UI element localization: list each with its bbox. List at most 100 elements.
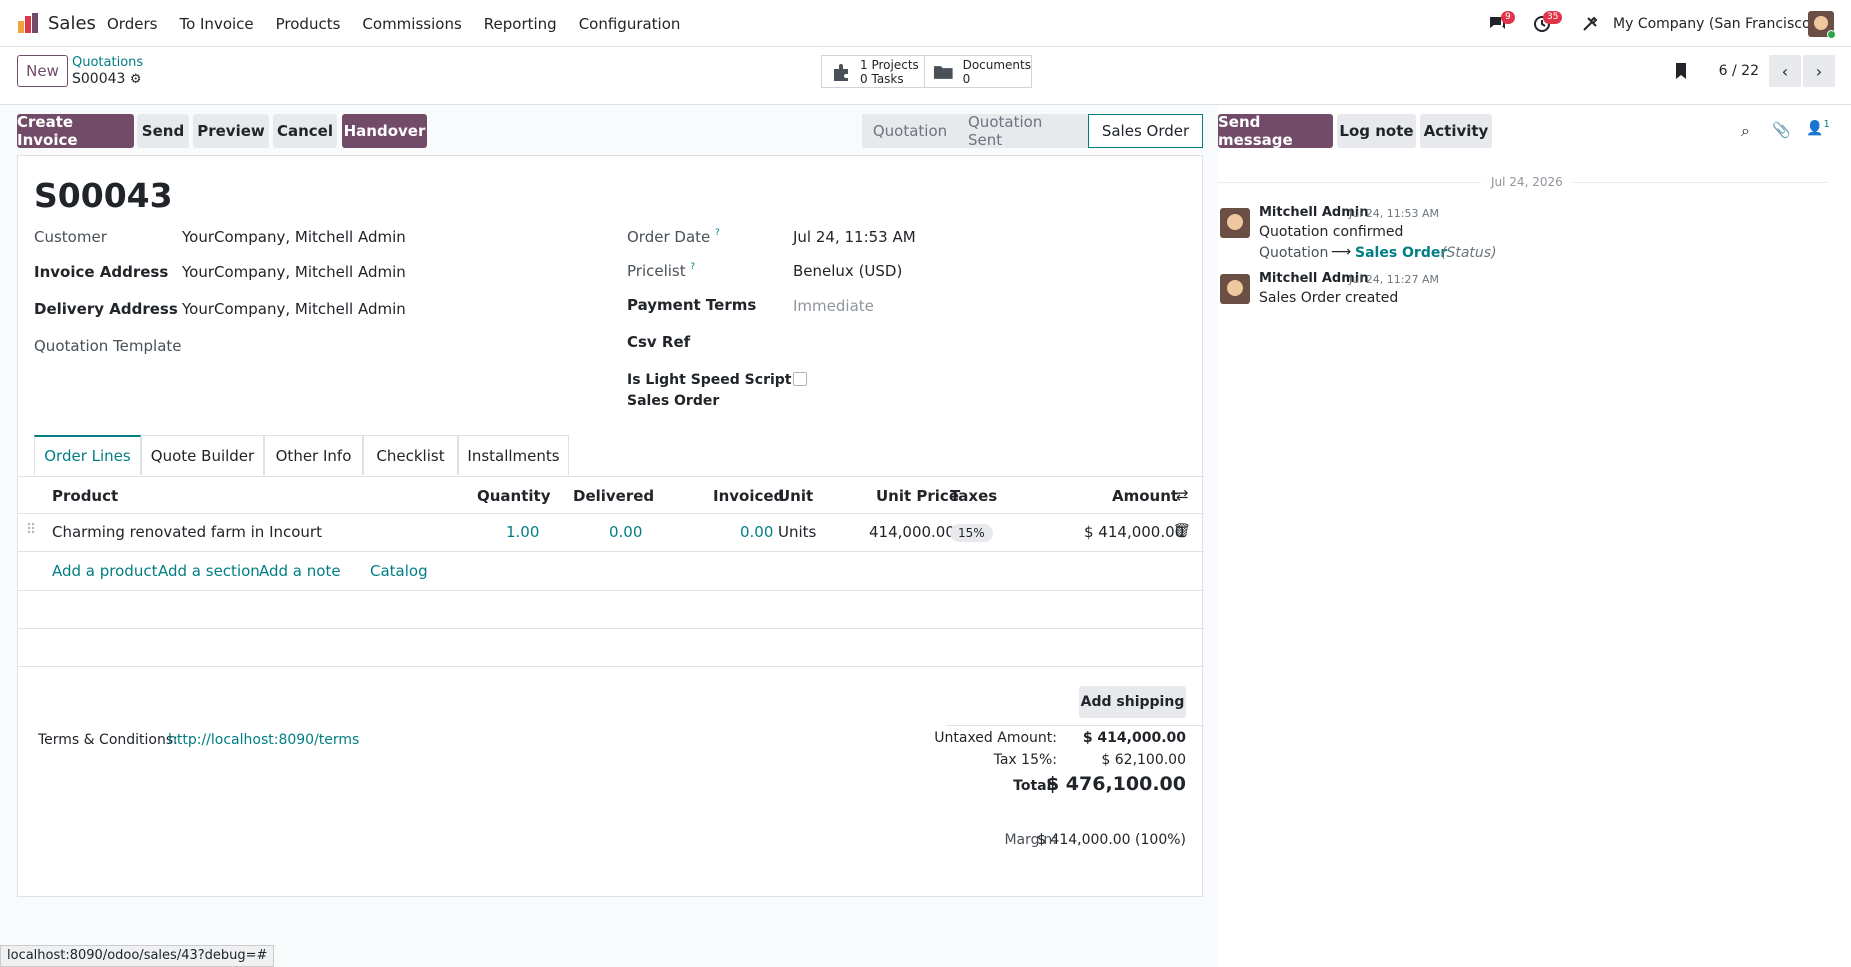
create-invoice-button[interactable]: Create Invoice: [17, 113, 134, 149]
quotation-template-field[interactable]: [182, 334, 482, 358]
messaging-menu[interactable]: 9: [1488, 0, 1515, 47]
control-panel: New Quotations S00043 ⚙ 1 Projects 0 Tas…: [0, 47, 1851, 105]
add-note-link[interactable]: Add a note: [259, 562, 341, 580]
app-name[interactable]: Sales: [48, 13, 96, 34]
line-delivered[interactable]: 0.00: [609, 523, 642, 541]
order-date-help-icon[interactable]: ?: [715, 228, 720, 238]
line-invoiced[interactable]: 0.00: [740, 523, 773, 541]
tab-order-lines[interactable]: Order Lines: [34, 435, 141, 475]
add-section-link[interactable]: Add a section: [158, 562, 260, 580]
col-unit[interactable]: Unit: [778, 487, 813, 505]
tab-quote-builder[interactable]: Quote Builder: [141, 435, 264, 475]
arrow-right-icon: ⟶: [1331, 244, 1352, 260]
breadcrumb-current-label: S00043: [72, 71, 126, 87]
followers-button[interactable]: 👤1: [1806, 119, 1830, 137]
line-quantity[interactable]: 1.00: [506, 523, 539, 541]
stage-quotation[interactable]: Quotation: [862, 114, 958, 148]
tab-other-info[interactable]: Other Info: [264, 435, 363, 475]
search-icon[interactable]: ⌕: [1741, 121, 1750, 141]
breadcrumb-quotations[interactable]: Quotations: [72, 55, 143, 70]
customer-label: Customer: [34, 228, 107, 246]
sales-app-icon[interactable]: [17, 12, 39, 34]
bookmark-icon[interactable]: [1673, 62, 1689, 80]
main-menu: Orders To Invoice Products Commissions R…: [107, 15, 702, 33]
tracking-new-value: Sales Order: [1355, 245, 1448, 261]
table-row[interactable]: ⠿ Charming renovated farm in Incourt 1.0…: [18, 514, 1204, 552]
handover-button[interactable]: Handover: [342, 114, 427, 148]
col-amount[interactable]: Amount: [1112, 487, 1178, 505]
customer-field[interactable]: YourCompany, Mitchell Admin: [182, 228, 406, 246]
col-delivered[interactable]: Delivered: [573, 487, 654, 505]
projects-count: 1: [860, 57, 868, 72]
activity-button[interactable]: Activity: [1420, 114, 1492, 148]
menu-commissions[interactable]: Commissions: [362, 15, 461, 33]
stage-quotation-sent[interactable]: Quotation Sent: [958, 113, 1088, 149]
pricelist-help-icon[interactable]: ?: [690, 262, 695, 272]
followers-count: 1: [1823, 119, 1830, 130]
light-speed-label-line1: Is Light Speed Script: [627, 372, 792, 388]
avatar[interactable]: [1220, 274, 1250, 304]
message-body: Quotation confirmed: [1259, 224, 1404, 240]
column-settings-icon[interactable]: ⇄: [1176, 486, 1189, 504]
log-note-button[interactable]: Log note: [1337, 114, 1416, 148]
add-product-link[interactable]: Add a product: [52, 562, 157, 580]
col-taxes[interactable]: Taxes: [950, 487, 997, 505]
chevron-right-icon: ›: [1815, 61, 1823, 81]
gear-icon[interactable]: ⚙: [130, 72, 142, 87]
col-invoiced[interactable]: Invoiced: [713, 487, 784, 505]
terms-link[interactable]: http://localhost:8090/terms: [168, 732, 359, 748]
new-button[interactable]: New: [17, 55, 68, 87]
pager-next-button[interactable]: ›: [1803, 55, 1835, 87]
company-switcher[interactable]: My Company (San Francisco): [1613, 0, 1816, 47]
user-avatar[interactable]: [1808, 0, 1836, 47]
csv-ref-label: Csv Ref: [627, 333, 691, 351]
cancel-button[interactable]: Cancel: [273, 114, 337, 148]
menu-reporting[interactable]: Reporting: [484, 15, 557, 33]
activities-count-badge: 35: [1543, 11, 1563, 24]
avatar[interactable]: [1220, 208, 1250, 238]
pager-previous-button[interactable]: ‹: [1769, 55, 1801, 87]
smart-button-documents[interactable]: Documents 0: [924, 55, 1032, 88]
menu-products[interactable]: Products: [276, 15, 341, 33]
tab-checklist[interactable]: Checklist: [363, 435, 458, 475]
light-speed-checkbox[interactable]: [793, 372, 807, 386]
menu-configuration[interactable]: Configuration: [579, 15, 681, 33]
puzzle-icon: [834, 63, 848, 81]
send-button[interactable]: Send: [137, 114, 189, 148]
invoice-address-field[interactable]: YourCompany, Mitchell Admin: [182, 263, 406, 281]
paperclip-icon[interactable]: 📎: [1772, 121, 1791, 139]
line-tax-badge[interactable]: 15%: [950, 524, 993, 542]
stage-sales-order[interactable]: Sales Order: [1088, 114, 1203, 148]
pricelist-field[interactable]: Benelux (USD): [793, 262, 902, 280]
chevron-left-icon: ‹: [1781, 61, 1789, 81]
debug-tools-icon[interactable]: [1582, 0, 1598, 47]
catalog-link[interactable]: Catalog: [370, 562, 428, 580]
line-product[interactable]: Charming renovated farm in Incourt: [52, 523, 322, 541]
status-url: localhost:8090/odoo/sales/43?debug=#: [0, 945, 275, 967]
tab-installments[interactable]: Installments: [458, 435, 569, 475]
menu-orders[interactable]: Orders: [107, 15, 157, 33]
smart-button-projects[interactable]: 1 Projects 0 Tasks: [821, 55, 925, 88]
trash-icon[interactable]: 🗑: [1173, 523, 1191, 539]
payment-terms-field[interactable]: Immediate: [793, 297, 874, 315]
order-date-label-text: Order Date: [627, 228, 711, 246]
activity-menu[interactable]: 35: [1533, 0, 1563, 47]
order-date-field[interactable]: Jul 24, 11:53 AM: [793, 228, 916, 246]
add-shipping-button[interactable]: Add shipping: [1079, 686, 1186, 718]
csv-ref-field[interactable]: [793, 330, 1093, 354]
col-quantity[interactable]: Quantity: [477, 487, 551, 505]
send-message-button[interactable]: Send message: [1218, 113, 1333, 149]
menu-to-invoice[interactable]: To Invoice: [179, 15, 253, 33]
pager: 6 / 22 ‹ ›: [1673, 55, 1851, 87]
line-unit[interactable]: Units: [778, 523, 816, 541]
delivery-address-field[interactable]: YourCompany, Mitchell Admin: [182, 300, 406, 318]
line-unit-price[interactable]: 414,000.00: [869, 523, 955, 541]
pricelist-label: Pricelist ?: [627, 262, 695, 280]
col-product[interactable]: Product: [52, 487, 118, 505]
message-body: Sales Order created: [1259, 290, 1399, 306]
drag-handle-icon[interactable]: ⠿: [26, 522, 36, 538]
col-unit-price[interactable]: Unit Price: [876, 487, 959, 505]
preview-button[interactable]: Preview: [193, 114, 269, 148]
pager-value[interactable]: 6 / 22: [1719, 63, 1759, 79]
tracking-field: (Status): [1441, 245, 1497, 261]
